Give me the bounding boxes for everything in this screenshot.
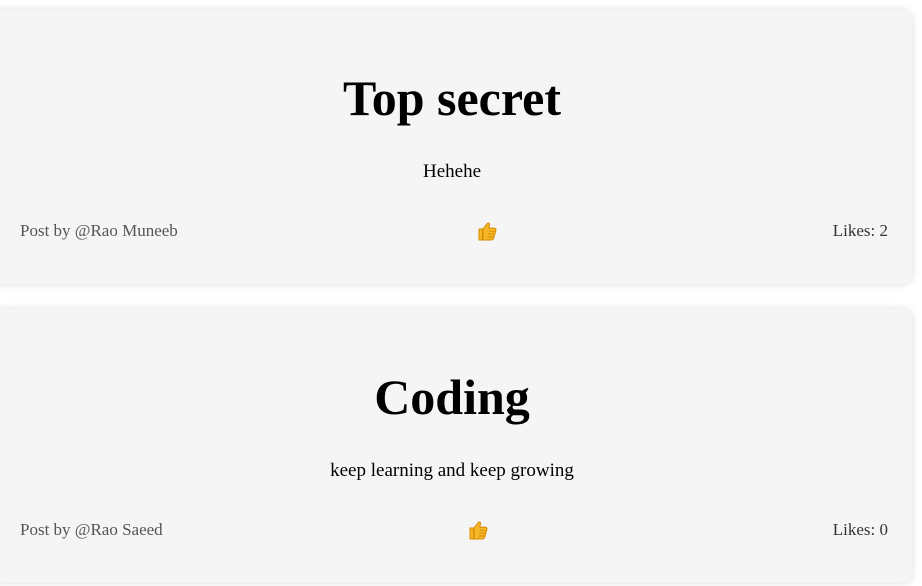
post-body: keep learning and keep growing [330, 460, 574, 481]
post-footer: Post by @Rao Muneeb Likes: 2 [20, 217, 888, 247]
like-button[interactable] [474, 217, 502, 245]
post-card: Coding keep learning and keep growing Po… [0, 309, 912, 583]
thumbs-up-icon [478, 222, 497, 241]
thumbs-up-icon [469, 521, 488, 540]
likes-count: Likes: 0 [832, 520, 888, 539]
post-feed: Top secret Hehehe Post by @Rao Muneeb Li… [0, 0, 922, 586]
post-title: Coding [374, 369, 530, 425]
like-button[interactable] [465, 516, 493, 544]
post-body: Hehehe [422, 161, 482, 182]
likes-count: Likes: 2 [832, 221, 888, 240]
post-author: Post by @Rao Saeed [20, 520, 163, 539]
post-footer: Post by @Rao Saeed Likes: 0 [20, 516, 888, 546]
post-author: Post by @Rao Muneeb [20, 221, 178, 240]
post-card: Top secret Hehehe Post by @Rao Muneeb Li… [0, 10, 912, 284]
post-title: Top secret [342, 70, 562, 126]
